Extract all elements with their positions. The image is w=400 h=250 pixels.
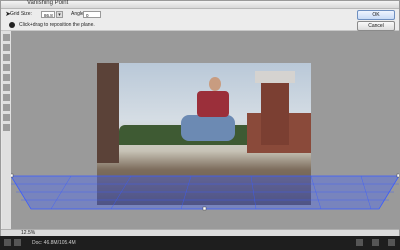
- eyedropper-icon[interactable]: [3, 94, 10, 101]
- tool-panel: [2, 31, 11, 229]
- angle-input[interactable]: 0: [83, 11, 101, 18]
- options-toolbar: ➤ Grid Size: 86.8 px ▾ Angle: 0: [1, 9, 399, 25]
- title-bar: Vanishing Point: [1, 0, 399, 9]
- preview-canvas[interactable]: [11, 31, 399, 229]
- hint-text: Click+drag to reposition the plane.: [19, 22, 95, 28]
- document-info: Doc: 46.8M/105.4M: [32, 240, 76, 246]
- taskbar: Doc: 46.8M/105.4M: [0, 236, 400, 250]
- hand-icon[interactable]: [3, 114, 10, 121]
- perspective-plane[interactable]: [11, 31, 399, 229]
- cancel-button[interactable]: Cancel: [357, 21, 395, 31]
- vanishing-point-dialog: Vanishing Point ➤ Grid Size: 86.8 px ▾ A…: [0, 0, 400, 237]
- transform-icon[interactable]: [3, 84, 10, 91]
- zoom-icon[interactable]: [3, 124, 10, 131]
- edit-plane-icon[interactable]: [3, 34, 10, 41]
- start-icon[interactable]: [4, 239, 11, 246]
- info-icon: [9, 22, 15, 28]
- measure-icon[interactable]: [3, 104, 10, 111]
- create-plane-icon[interactable]: [3, 44, 10, 51]
- brush-icon[interactable]: [3, 74, 10, 81]
- ok-button[interactable]: OK: [357, 10, 395, 20]
- dialog-title: Vanishing Point: [27, 0, 69, 6]
- marquee-icon[interactable]: [3, 54, 10, 61]
- tray-icon[interactable]: [356, 239, 363, 246]
- tray-icon[interactable]: [388, 239, 395, 246]
- hint-bar: Click+drag to reposition the plane.: [1, 21, 399, 31]
- plane-fill: [11, 175, 399, 210]
- grid-size-label: Grid Size:: [10, 11, 32, 17]
- grid-size-input[interactable]: 86.8 px: [41, 11, 55, 25]
- stamp-icon[interactable]: [3, 64, 10, 71]
- grid-size-dropdown[interactable]: ▾: [56, 11, 63, 18]
- app-icon[interactable]: [14, 239, 21, 246]
- tray-icon[interactable]: [372, 239, 379, 246]
